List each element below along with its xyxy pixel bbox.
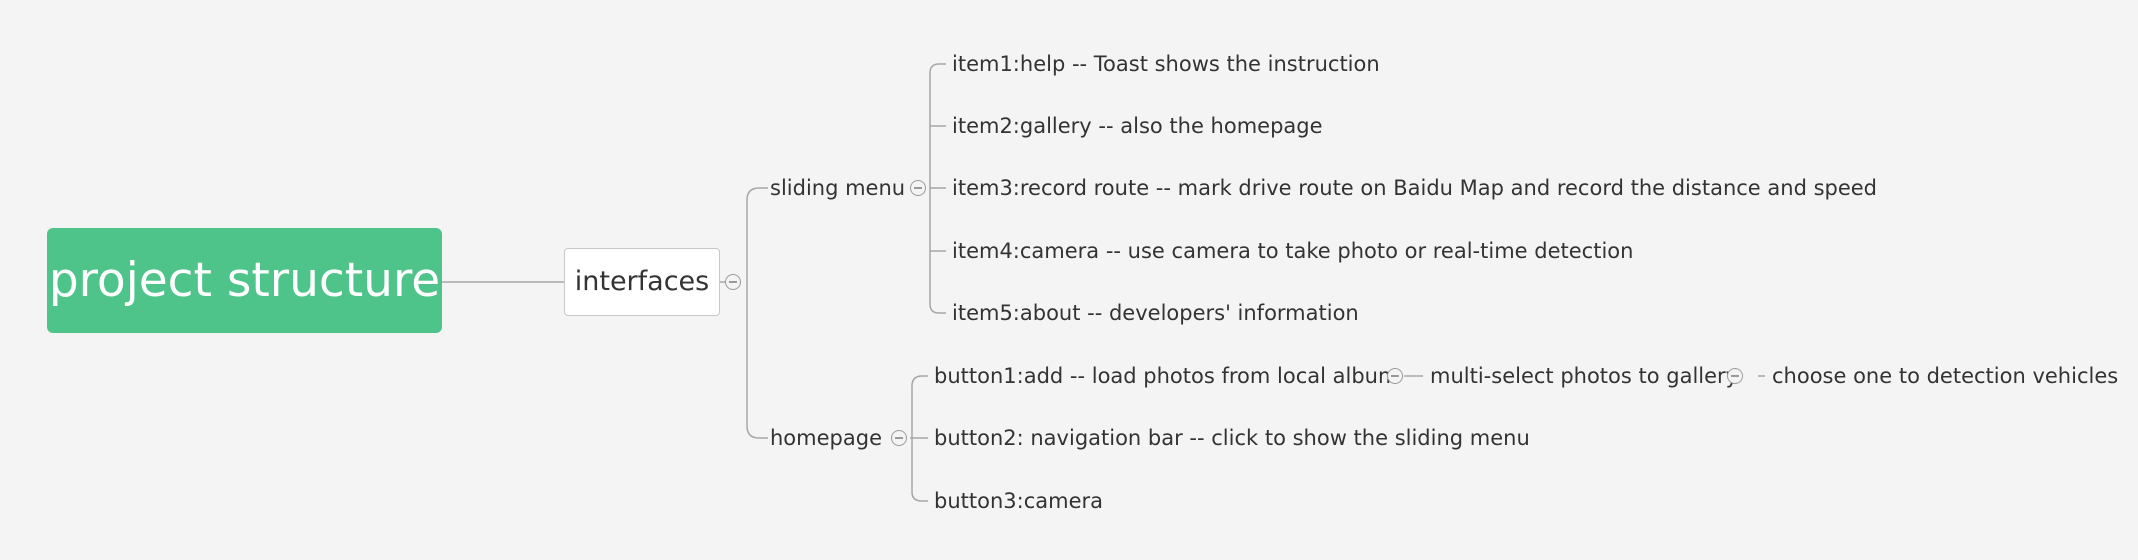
collapse-interfaces-icon[interactable] <box>725 274 741 290</box>
collapse-multiselect-icon[interactable] <box>1727 368 1743 384</box>
collapse-add-icon[interactable] <box>1387 368 1403 384</box>
sliding-menu-node[interactable]: sliding menu <box>770 174 905 202</box>
connector-sliding-menu-items <box>929 63 946 314</box>
root-node[interactable]: project structure <box>47 228 442 333</box>
menu-item-gallery[interactable]: item2:gallery -- also the homepage <box>952 112 1323 140</box>
interfaces-node[interactable]: interfaces <box>564 248 720 316</box>
connector-interfaces-branches <box>718 187 768 439</box>
collapse-homepage-icon[interactable] <box>891 430 907 446</box>
menu-item-help[interactable]: item1:help -- Toast shows the instructio… <box>952 50 1380 78</box>
mind-map: project structure interfaces sliding men… <box>0 0 2138 560</box>
add-chain-choose-one[interactable]: choose one to detection vehicles <box>1772 362 2118 390</box>
collapse-sliding-menu-icon[interactable] <box>910 180 926 196</box>
menu-item-about[interactable]: item5:about -- developers' information <box>952 299 1359 327</box>
menu-item-camera[interactable]: item4:camera -- use camera to take photo… <box>952 237 1633 265</box>
connector-homepage-buttons <box>910 375 928 502</box>
homepage-button-camera[interactable]: button3:camera <box>934 487 1103 515</box>
homepage-node[interactable]: homepage <box>770 424 882 452</box>
homepage-button-navigation[interactable]: button2: navigation bar -- click to show… <box>934 424 1530 452</box>
homepage-button-add[interactable]: button1:add -- load photos from local al… <box>934 362 1398 390</box>
add-chain-multiselect[interactable]: multi-select photos to gallery <box>1430 362 1738 390</box>
menu-item-record-route[interactable]: item3:record route -- mark drive route o… <box>952 174 1877 202</box>
